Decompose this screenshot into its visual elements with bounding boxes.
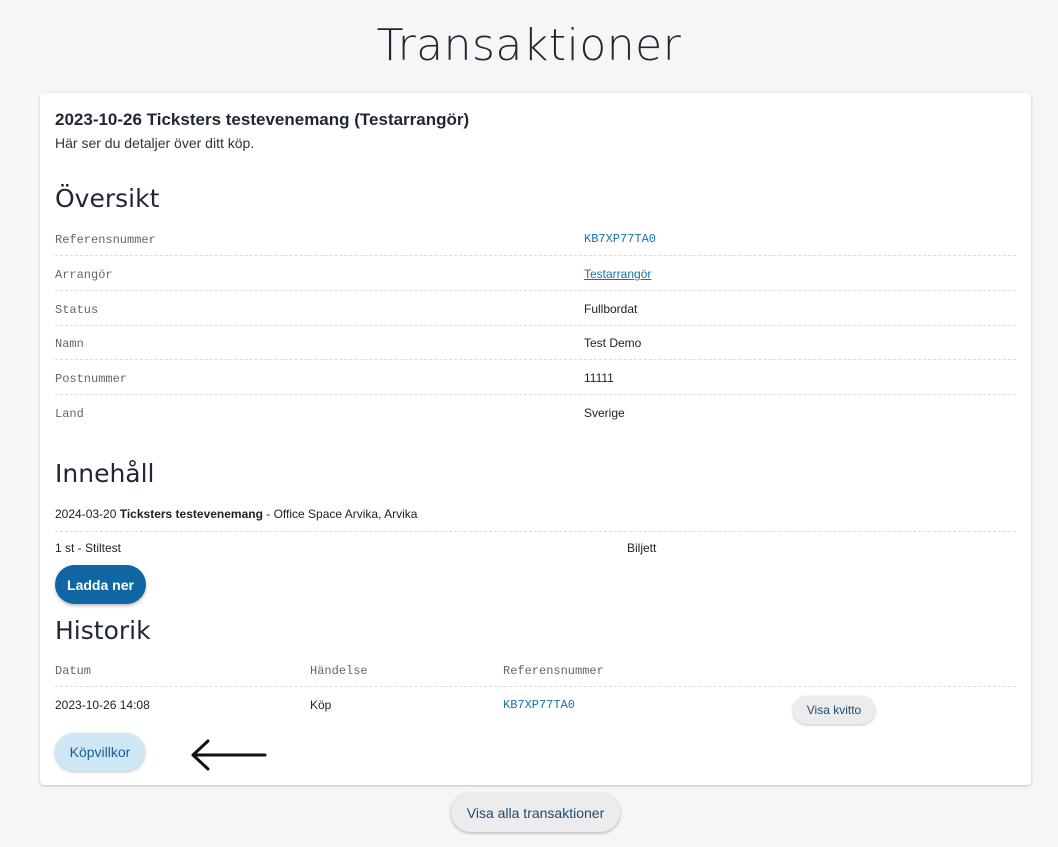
transaction-card: 2023-10-26 Ticksters testevenemang (Test… (40, 93, 1031, 785)
content-event-line: 2024-03-20 Ticksters testevenemang - Off… (55, 507, 1016, 532)
content-event-location: - Office Space Arvika, Arvika (262, 507, 418, 521)
overview-row-reference: Referensnummer KB7XP77TA0 (55, 221, 1016, 256)
content-item-type: Biljett (627, 541, 657, 555)
row-key: Arrangör (55, 268, 113, 282)
row-value: Sverige (584, 406, 625, 420)
row-value: Test Demo (584, 336, 642, 350)
content-heading: Innehåll (55, 459, 155, 488)
event-title: 2023-10-26 Ticksters testevenemang (Test… (55, 110, 470, 129)
row-value: Fullbordat (584, 302, 638, 316)
overview-row-organizer: Arrangör Testarrangör (55, 256, 1016, 291)
row-key: Referensnummer (55, 233, 156, 247)
view-all-transactions-button[interactable]: Visa alla transaktioner (451, 793, 620, 832)
history-event: Köp (310, 698, 332, 712)
history-col-reference: Referensnummer (503, 664, 604, 678)
history-divider (55, 686, 1016, 687)
row-key: Status (55, 303, 99, 317)
overview-heading: Översikt (55, 184, 160, 213)
content-event-date: 2024-03-20 (55, 507, 117, 521)
history-col-date: Datum (55, 664, 92, 678)
overview-row-country: Land Sverige (55, 395, 1016, 429)
row-key: Land (55, 407, 84, 421)
download-button[interactable]: Ladda ner (55, 565, 146, 604)
page-title: Transaktioner (376, 20, 682, 71)
row-key: Postnummer (55, 372, 128, 386)
event-subtitle: Här ser du detaljer över ditt köp. (55, 135, 255, 151)
view-receipt-button[interactable]: Visa kvitto (793, 696, 875, 724)
overview-row-status: Status Fullbordat (55, 291, 1016, 326)
terms-button[interactable]: Köpvillkor (55, 733, 145, 771)
content-item-line: 1 st - Stiltest Biljett (55, 541, 1016, 559)
overview-row-postcode: Postnummer 11111 (55, 360, 1016, 395)
history-heading: Historik (55, 616, 151, 645)
organizer-link[interactable]: Testarrangör (584, 267, 651, 281)
row-value: 11111 (584, 371, 614, 385)
content-event-name: Ticksters testevenemang (119, 507, 263, 521)
arrow-left-icon (191, 739, 267, 771)
content-item: 1 st - Stiltest (55, 541, 122, 555)
reference-number: KB7XP77TA0 (584, 232, 657, 246)
history-date: 2023-10-26 14:08 (55, 698, 150, 712)
history-col-event: Händelse (310, 664, 368, 678)
row-key: Namn (55, 337, 84, 351)
overview-row-name: Namn Test Demo (55, 325, 1016, 360)
history-reference: KB7XP77TA0 (503, 698, 576, 712)
